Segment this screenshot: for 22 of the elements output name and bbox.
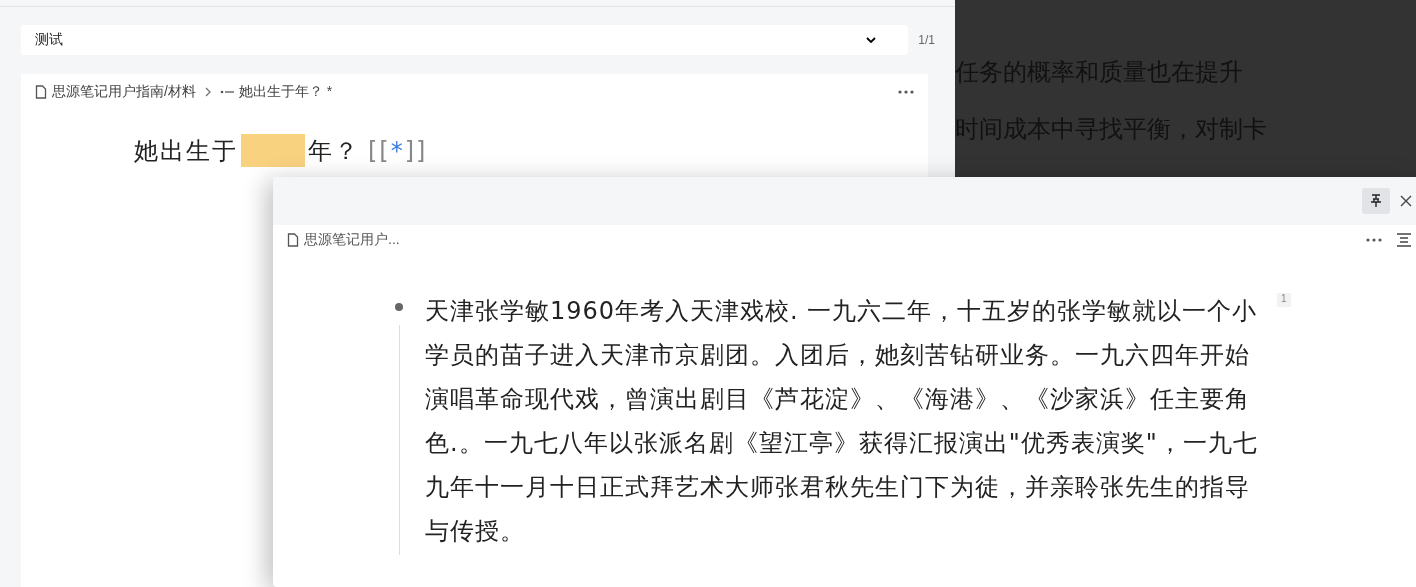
paragraph: 天津张学敏1960年考入天津戏校. 一九六二年，十五岁的张学敏就以一个小学员的苗子进入天津市京剧团。入团后，她刻苦钻研业务。一九六四年开始演唱革命现代戏，曾演出剧目《芦花淀》、《海港》、《沙家浜》任主要角色.。一九七八年以张派名剧《望江亭》获得汇报演出"优秀表演奖"，一九七九年十一月十日正式拜艺术大师张君秋先生门下为徒，并亲聆张先生的指导与传授。 — [425, 296, 1259, 547]
more-icon[interactable] — [898, 90, 914, 94]
chevron-right-icon — [204, 87, 211, 97]
pin-button[interactable] — [1362, 188, 1390, 214]
pin-icon — [1370, 194, 1382, 208]
breadcrumb-item[interactable]: 思源笔记用户指南/材料 — [35, 83, 196, 101]
document-icon — [287, 233, 299, 247]
card-count: 1/1 — [918, 33, 935, 47]
block-reference[interactable]: [[*]] — [368, 136, 428, 165]
list-item-icon — [219, 89, 234, 95]
more-icon[interactable] — [1366, 238, 1382, 242]
breadcrumb-item[interactable]: 思源笔记用户... — [287, 231, 400, 249]
document-icon — [35, 85, 47, 99]
align-center-icon[interactable] — [1396, 233, 1412, 247]
deck-select[interactable]: 测试 — [21, 25, 909, 55]
close-icon[interactable] — [1400, 195, 1412, 207]
question-text: 她出生于 — [134, 135, 238, 167]
bullet-icon[interactable] — [395, 303, 403, 311]
footnote-badge: 1 — [1277, 293, 1291, 307]
question-text: 年？ — [308, 135, 360, 167]
chevron-down-icon — [866, 37, 877, 43]
breadcrumb-item[interactable]: 她出生于年？ * — [219, 83, 333, 101]
